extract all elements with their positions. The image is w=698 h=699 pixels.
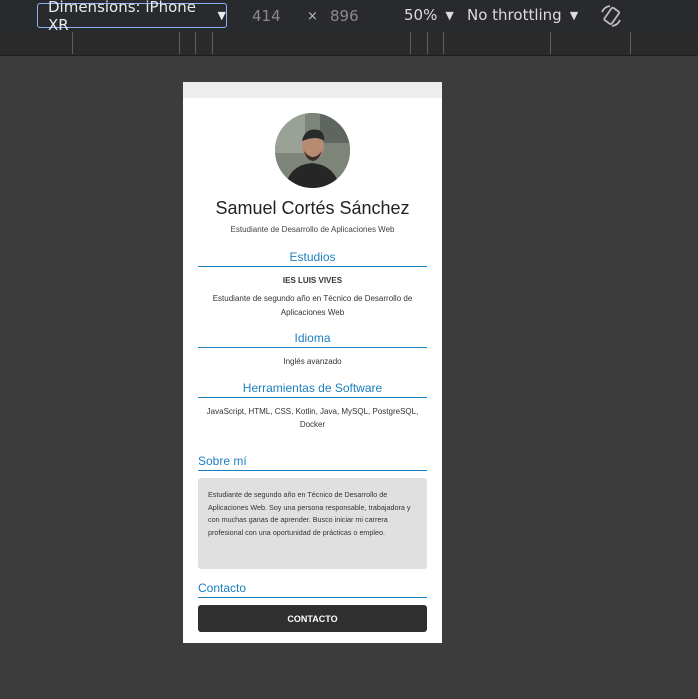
times-icon: × (307, 9, 318, 24)
device-select[interactable]: Dimensions: iPhone XR ▼ (37, 0, 227, 34)
section-title-language: Idioma (198, 331, 427, 348)
page-header-strip (183, 82, 442, 98)
ruler-tick[interactable] (427, 32, 428, 54)
about-box: Estudiante de segundo año en Técnico de … (198, 478, 427, 569)
language-value: Inglés avanzado (283, 357, 342, 366)
profile-subtitle: Estudiante de Desarrollo de Aplicaciones… (230, 225, 395, 234)
ruler-tick[interactable] (550, 32, 551, 54)
device-select-label: Dimensions: iPhone XR (48, 0, 197, 34)
contact-button[interactable]: CONTACTO (198, 605, 427, 632)
profile-photo (275, 113, 350, 188)
ruler-tick[interactable] (410, 32, 411, 54)
zoom-select[interactable]: 50% ▼ (404, 6, 454, 24)
ruler-tick[interactable] (443, 32, 444, 54)
throttling-label: No throttling (467, 6, 562, 24)
throttling-select[interactable]: No throttling ▼ (467, 6, 578, 24)
ruler-tick[interactable] (212, 32, 213, 54)
section-title-contact: Contacto (198, 581, 427, 598)
zoom-label: 50% (404, 6, 438, 24)
section-title-studies: Estudios (198, 250, 427, 267)
studies-desc-line1: Estudiante de segundo año en Técnico de … (212, 294, 413, 303)
chevron-down-icon: ▼ (217, 9, 226, 22)
rotate-icon[interactable] (598, 3, 624, 29)
ruler-tick[interactable] (195, 32, 196, 54)
height-input[interactable]: 896 (330, 7, 359, 25)
studies-desc-line2: Aplicaciones Web (280, 308, 345, 317)
about-text: Estudiante de segundo año en Técnico de … (208, 490, 411, 537)
tools-line2: Docker (299, 420, 326, 429)
ruler-tick[interactable] (72, 32, 73, 54)
tools-line1: JavaScript, HTML, CSS, Kotlin, Java, MyS… (206, 407, 419, 416)
width-input[interactable]: 414 (252, 7, 281, 25)
chevron-down-icon: ▼ (569, 8, 579, 22)
section-title-tools: Herramientas de Software (198, 381, 427, 398)
ruler-tick[interactable] (630, 32, 631, 54)
avatar (275, 113, 350, 188)
media-query-ruler (0, 32, 698, 56)
device-toolbar: Dimensions: iPhone XR ▼ 414 × 896 50% ▼ … (0, 0, 698, 34)
ruler-tick[interactable] (179, 32, 180, 54)
section-title-about: Sobre mí (198, 454, 427, 471)
profile-name: Samuel Cortés Sánchez (215, 198, 410, 218)
phone-viewport: Samuel Cortés Sánchez Estudiante de Desa… (183, 82, 442, 643)
chevron-down-icon: ▼ (445, 8, 454, 22)
school-name: IES LUIS VIVES (282, 276, 343, 285)
